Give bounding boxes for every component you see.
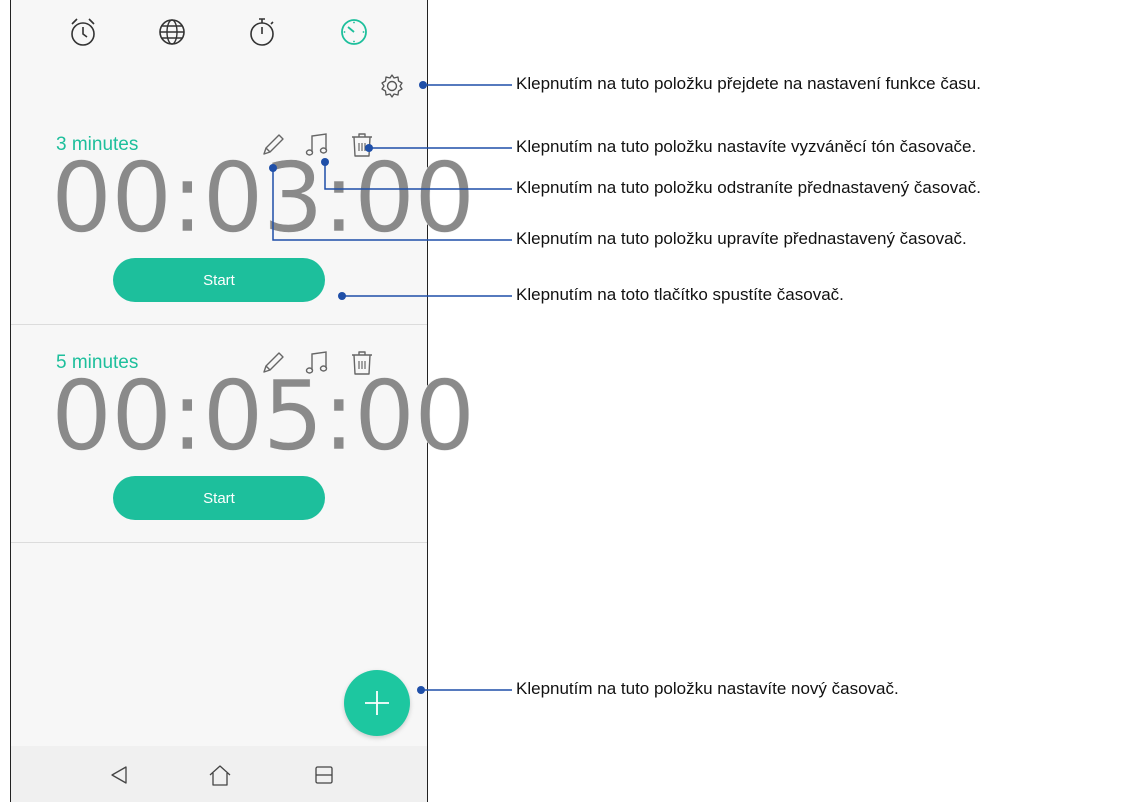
callout-settings: Klepnutím na tuto položku přejdete na na… bbox=[516, 74, 981, 93]
callout-dot bbox=[338, 292, 346, 300]
callout-start: Klepnutím na toto tlačítko spustíte časo… bbox=[516, 285, 844, 304]
callout-add: Klepnutím na tuto položku nastavíte nový… bbox=[516, 679, 899, 698]
callout-edit: Klepnutím na tuto položku upravíte předn… bbox=[516, 229, 967, 248]
callout-dot bbox=[417, 686, 425, 694]
callout-dot bbox=[269, 164, 277, 172]
callout-ringtone: Klepnutím na tuto položku nastavíte vyzv… bbox=[516, 137, 977, 156]
callout-delete: Klepnutím na tuto položku odstraníte pře… bbox=[516, 178, 981, 197]
callout-dot bbox=[419, 81, 427, 89]
callout-dot bbox=[365, 144, 373, 152]
callout-dot bbox=[321, 158, 329, 166]
